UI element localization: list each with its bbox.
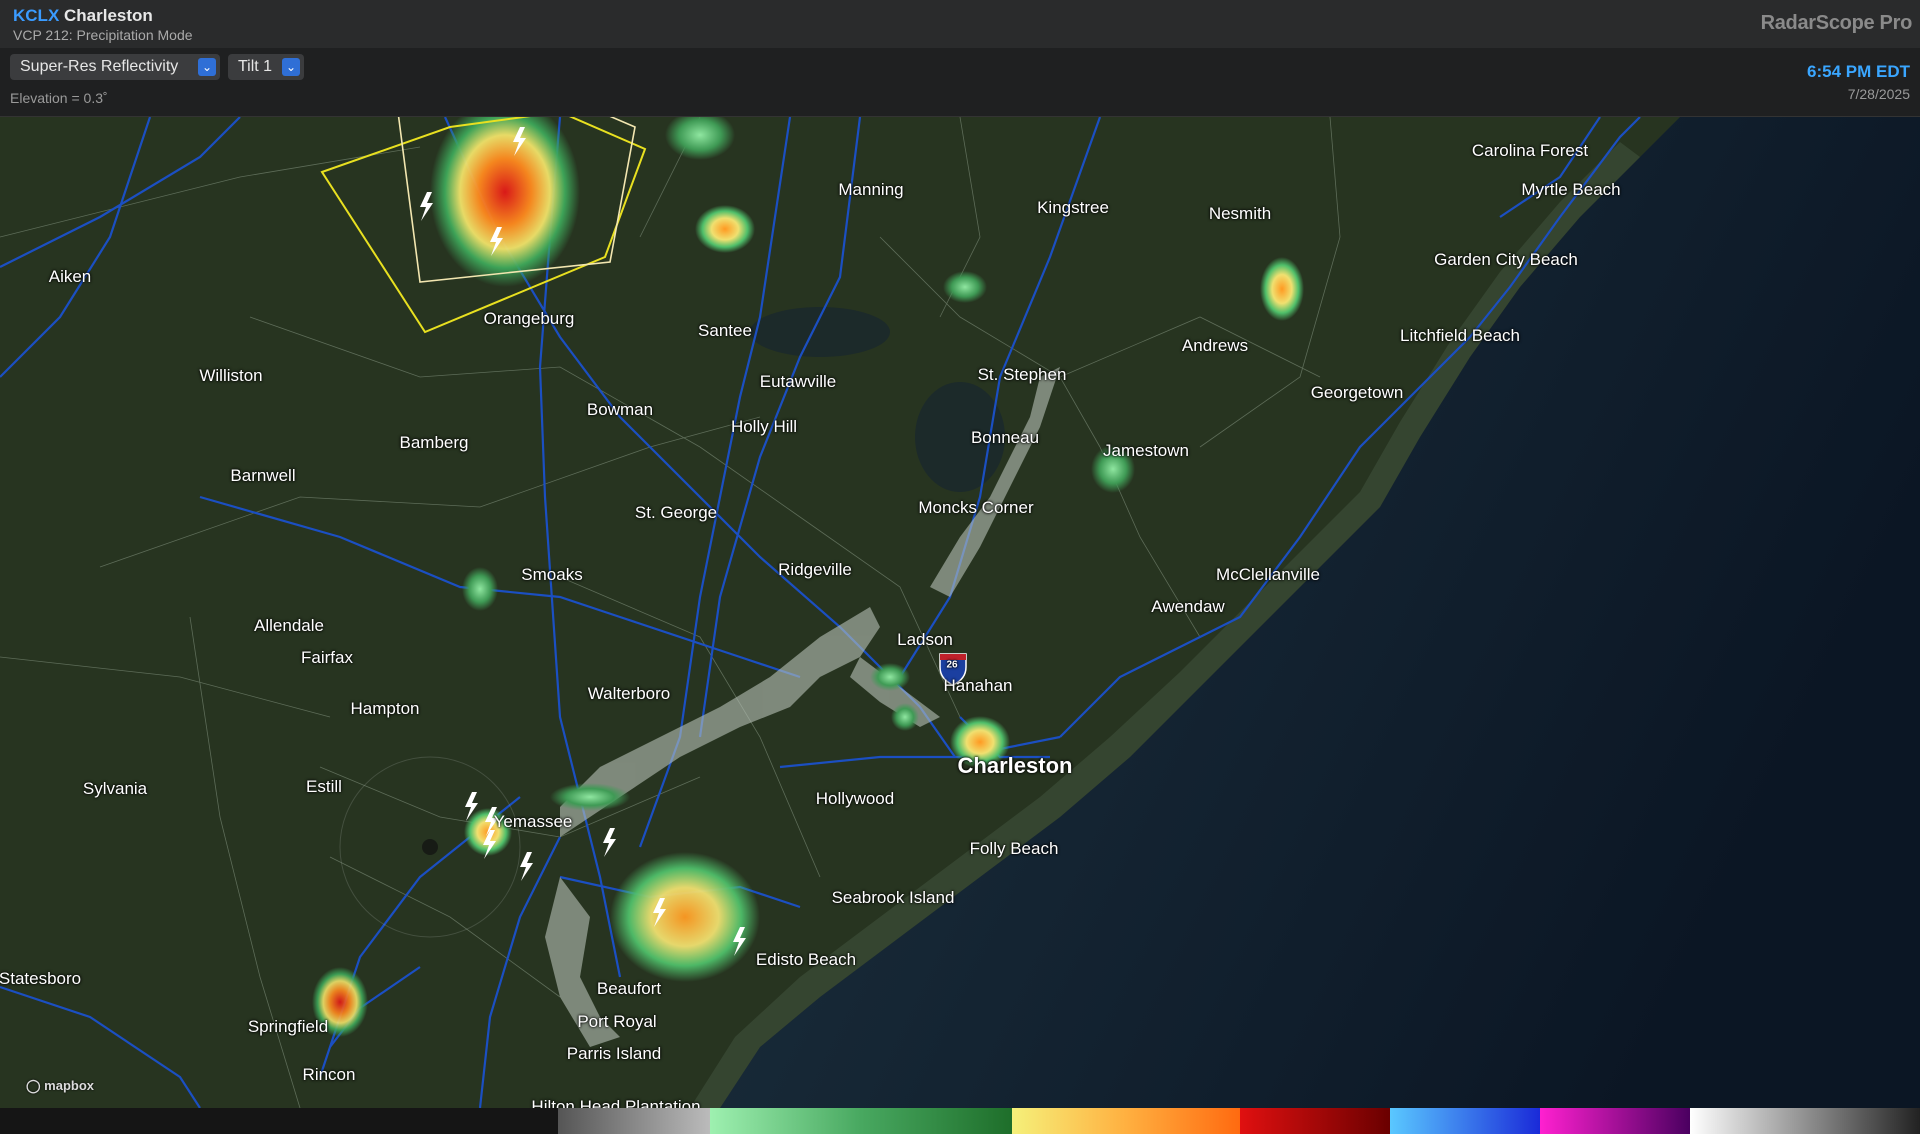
city-label: Sylvania xyxy=(82,779,148,798)
legend-red xyxy=(1240,1108,1390,1134)
echo-ladson xyxy=(870,663,910,691)
echo-smoaks xyxy=(462,567,498,611)
city-label: Ladson xyxy=(897,630,953,649)
mapbox-label: mapbox xyxy=(44,1078,95,1093)
city-label: Myrtle Beach xyxy=(1521,180,1621,199)
station-code: KCLX xyxy=(13,6,60,25)
station-name: Charleston xyxy=(64,6,153,25)
interstate-shield-label: 26 xyxy=(946,659,958,671)
legend-gray xyxy=(558,1108,710,1134)
radar-site-marker xyxy=(422,839,438,855)
city-label: Parris Island xyxy=(566,1044,662,1063)
city-label: Moncks Corner xyxy=(918,498,1034,517)
city-label: Manning xyxy=(838,180,904,199)
vcp-mode: VCP 212: Precipitation Mode xyxy=(13,27,193,43)
city-label: Hilton Head Plantation xyxy=(531,1097,701,1108)
city-label: Santee xyxy=(698,321,752,340)
legend-yellow-orange xyxy=(1012,1108,1240,1134)
city-label: Bonneau xyxy=(970,428,1040,447)
city-label: Andrews xyxy=(1181,336,1249,355)
tilt-label: Tilt 1 xyxy=(238,58,273,75)
station-title[interactable]: KCLX Charleston xyxy=(13,6,153,26)
city-label: Port Royal xyxy=(577,1012,657,1031)
city-label: Hollywood xyxy=(815,789,895,808)
city-label: Allendale xyxy=(254,616,324,635)
reflectivity-color-legend xyxy=(0,1108,1920,1134)
map-canvas xyxy=(0,117,1920,1108)
scan-date: 7/28/2025 xyxy=(1847,86,1910,102)
city-label: Edisto Beach xyxy=(755,950,857,969)
legend-white xyxy=(1690,1108,1920,1134)
city-label: Fairfax xyxy=(301,648,353,667)
tilt-dropdown[interactable]: Tilt 1 ⌄ xyxy=(228,54,304,80)
city-label: McClellanville xyxy=(1216,565,1320,584)
city-label: Statesboro xyxy=(0,969,82,988)
city-label: Carolina Forest xyxy=(1471,141,1589,160)
echo-st-stephen xyxy=(943,271,987,303)
city-label: Jamestown xyxy=(1103,441,1189,460)
storm-cell-edisto xyxy=(610,852,760,982)
legend-empty xyxy=(0,1108,558,1134)
city-label: Estill xyxy=(306,777,342,796)
echo-hanahan xyxy=(891,703,919,731)
city-label: Hanahan xyxy=(943,676,1013,695)
city-label: Holly Hill xyxy=(730,417,798,436)
app-header: KCLX Charleston VCP 212: Precipitation M… xyxy=(0,0,1920,49)
legend-blue xyxy=(1390,1108,1540,1134)
city-label: Georgetown xyxy=(1310,383,1404,402)
elevation-readout: Elevation = 0.3˚ xyxy=(10,90,108,106)
city-label: Ridgeville xyxy=(778,560,852,579)
city-label: Rincon xyxy=(302,1065,356,1084)
city-label: Awendaw xyxy=(1151,597,1225,616)
city-label: Aiken xyxy=(48,267,92,286)
chevron-down-icon[interactable]: ⌄ xyxy=(282,58,300,76)
city-label: St. George xyxy=(634,503,718,522)
city-label: Kingstree xyxy=(1037,198,1109,217)
city-label: Eutawville xyxy=(759,372,837,391)
city-label: Smoaks xyxy=(521,565,583,584)
mapbox-attribution[interactable]: ◯ mapbox xyxy=(26,1078,94,1094)
lake-marion xyxy=(750,307,890,357)
city-label: Springfield xyxy=(247,1017,329,1036)
app-brand-logo: RadarScope Pro xyxy=(1760,12,1913,34)
city-label: St. Stephen xyxy=(977,365,1067,384)
city-label: Barnwell xyxy=(230,466,296,485)
city-label: Yemassee xyxy=(493,812,573,831)
city-label: Seabrook Island xyxy=(831,888,955,907)
product-label: Super-Res Reflectivity xyxy=(20,58,179,75)
city-label: Williston xyxy=(199,366,263,385)
city-label: Hampton xyxy=(350,699,420,718)
city-label: Bowman xyxy=(586,400,654,419)
city-label: Litchfield Beach xyxy=(1399,326,1521,345)
radar-toolbar: Super-Res Reflectivity ⌄ Tilt 1 ⌄ Elevat… xyxy=(0,48,1920,117)
storm-cell-manning xyxy=(695,205,755,253)
city-label: Beaufort xyxy=(596,979,662,998)
echo-walterboro xyxy=(550,783,630,811)
city-label: Folly Beach xyxy=(969,839,1059,858)
city-label: Garden City Beach xyxy=(1434,250,1578,269)
scan-time: 6:54 PM EDT xyxy=(1807,62,1910,81)
city-label: Bamberg xyxy=(399,433,469,452)
storm-cell-nesmith xyxy=(1260,257,1304,321)
radar-map[interactable]: 26 Carolina Forest Myrtle Beach Manning … xyxy=(0,117,1920,1108)
legend-green xyxy=(710,1108,1012,1134)
legend-magenta xyxy=(1540,1108,1690,1134)
city-label: Orangeburg xyxy=(483,309,575,328)
city-label-charleston: Charleston xyxy=(957,753,1073,778)
city-label: Walterboro xyxy=(587,684,671,703)
mapbox-logo-icon: ◯ xyxy=(26,1078,45,1093)
chevron-down-icon[interactable]: ⌄ xyxy=(198,58,216,76)
city-label: Nesmith xyxy=(1208,204,1272,223)
product-dropdown[interactable]: Super-Res Reflectivity ⌄ xyxy=(10,54,220,80)
